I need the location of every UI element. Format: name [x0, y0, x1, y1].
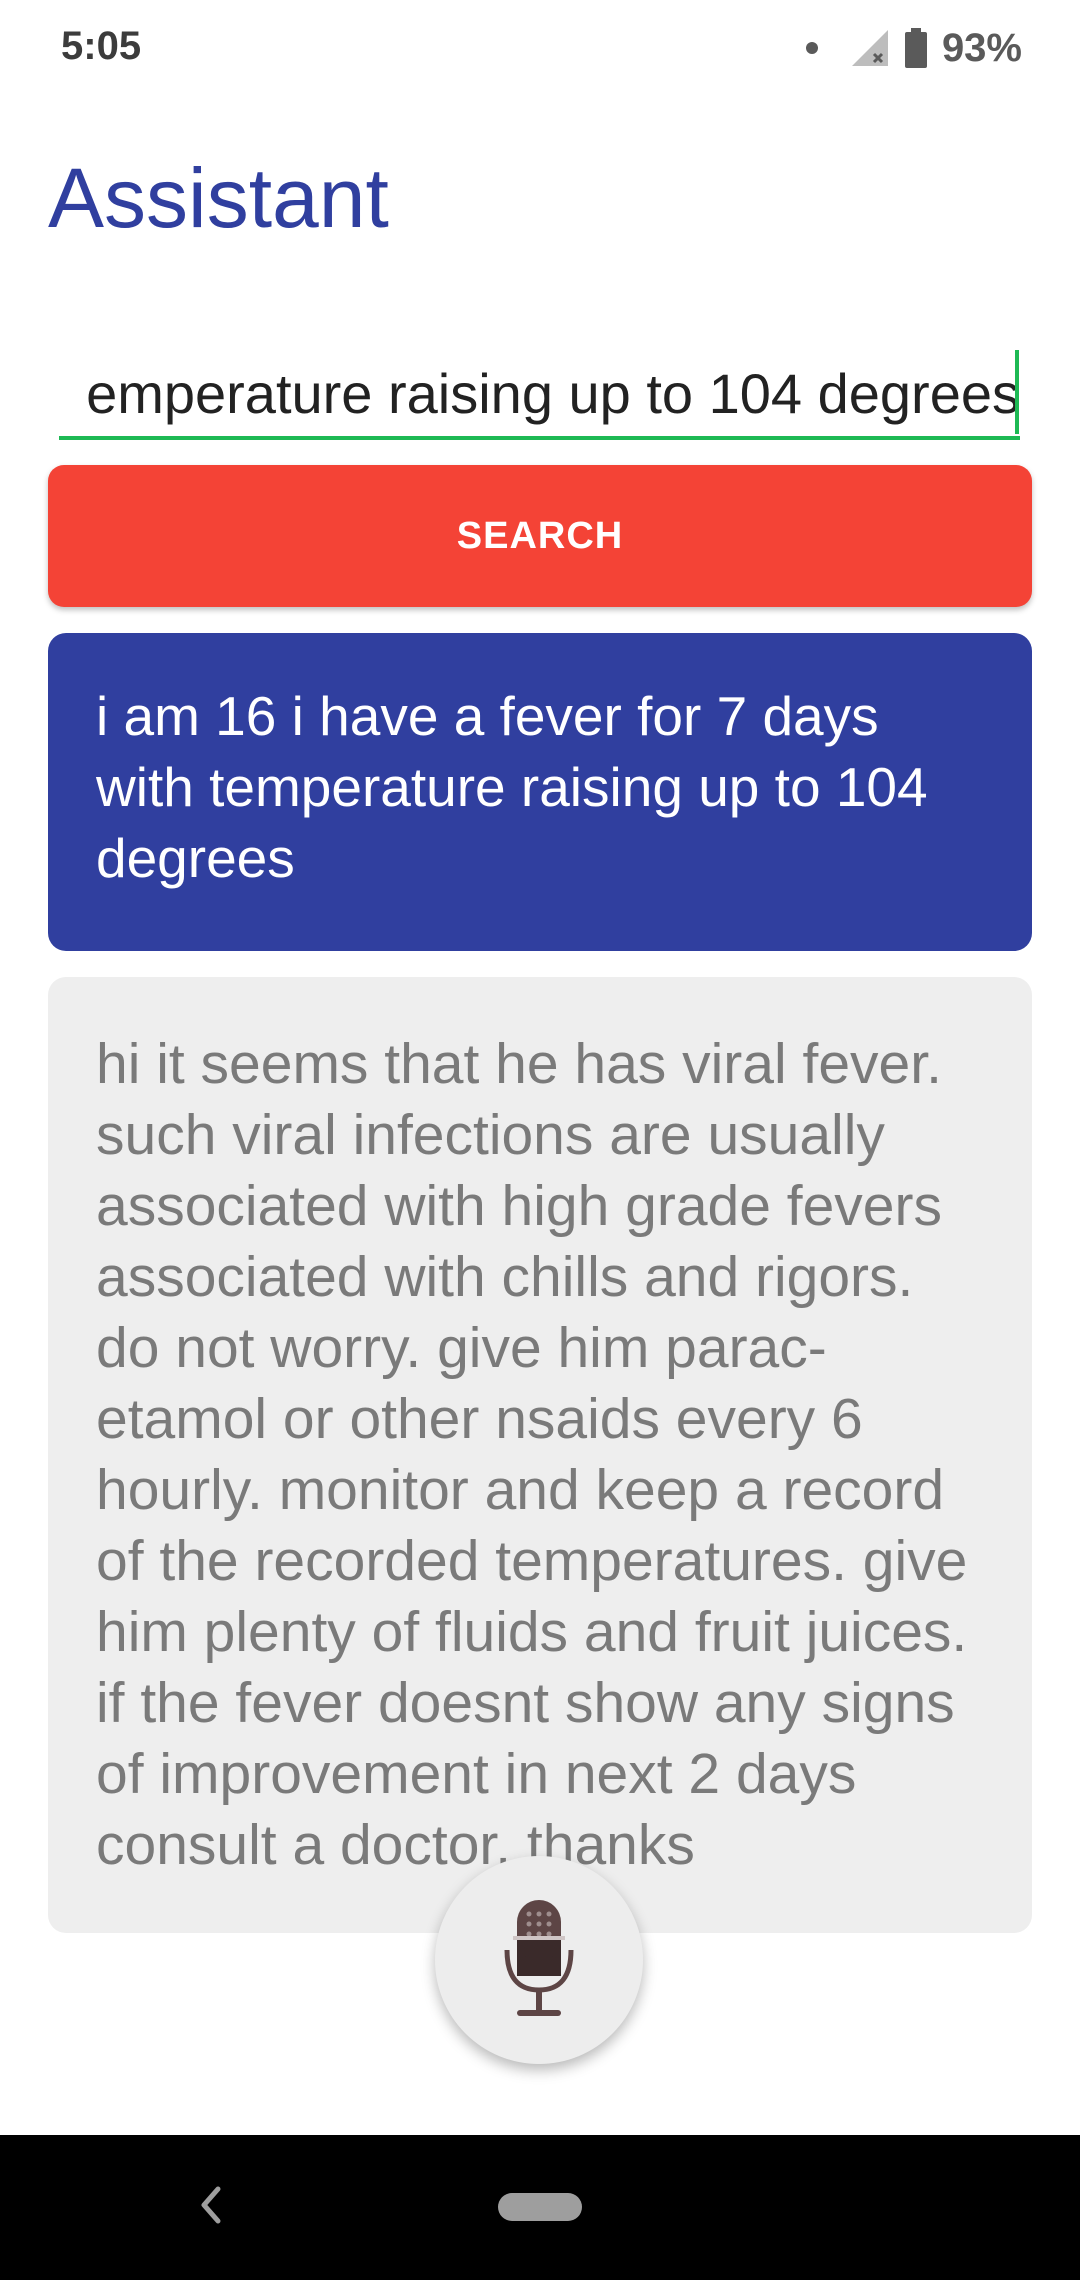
user-query-text: i am 16 i have a fever for 7 days with t… — [96, 685, 928, 889]
back-icon[interactable] — [190, 2175, 230, 2235]
microphone-icon — [504, 1900, 574, 2016]
user-query-card: i am 16 i have a fever for 7 days with t… — [48, 633, 1032, 951]
battery-icon — [904, 28, 927, 68]
battery-percent: 93% — [941, 25, 1022, 70]
page-title: Assistant — [48, 151, 389, 245]
search-button[interactable]: SEARCH — [48, 465, 1032, 607]
assistant-screen: 5:05 93% Assistant SEARCH i am 16 i have… — [0, 0, 1080, 2280]
assistant-response-text: hi it seems that he has viral fever. suc… — [96, 1032, 968, 1877]
status-time: 5:05 — [61, 24, 142, 68]
home-pill-icon[interactable] — [498, 2193, 582, 2221]
microphone-button[interactable] — [435, 1856, 643, 2064]
status-bar: 5:05 93% — [0, 0, 1080, 96]
navigation-bar — [0, 2135, 1080, 2280]
search-input[interactable] — [59, 350, 1020, 440]
cellular-signal-icon — [851, 30, 888, 66]
text-cursor — [1015, 350, 1019, 434]
status-icons: 93% — [805, 24, 1022, 72]
assistant-response-card: hi it seems that he has viral fever. suc… — [48, 977, 1032, 1933]
notification-dot-icon — [805, 42, 818, 54]
